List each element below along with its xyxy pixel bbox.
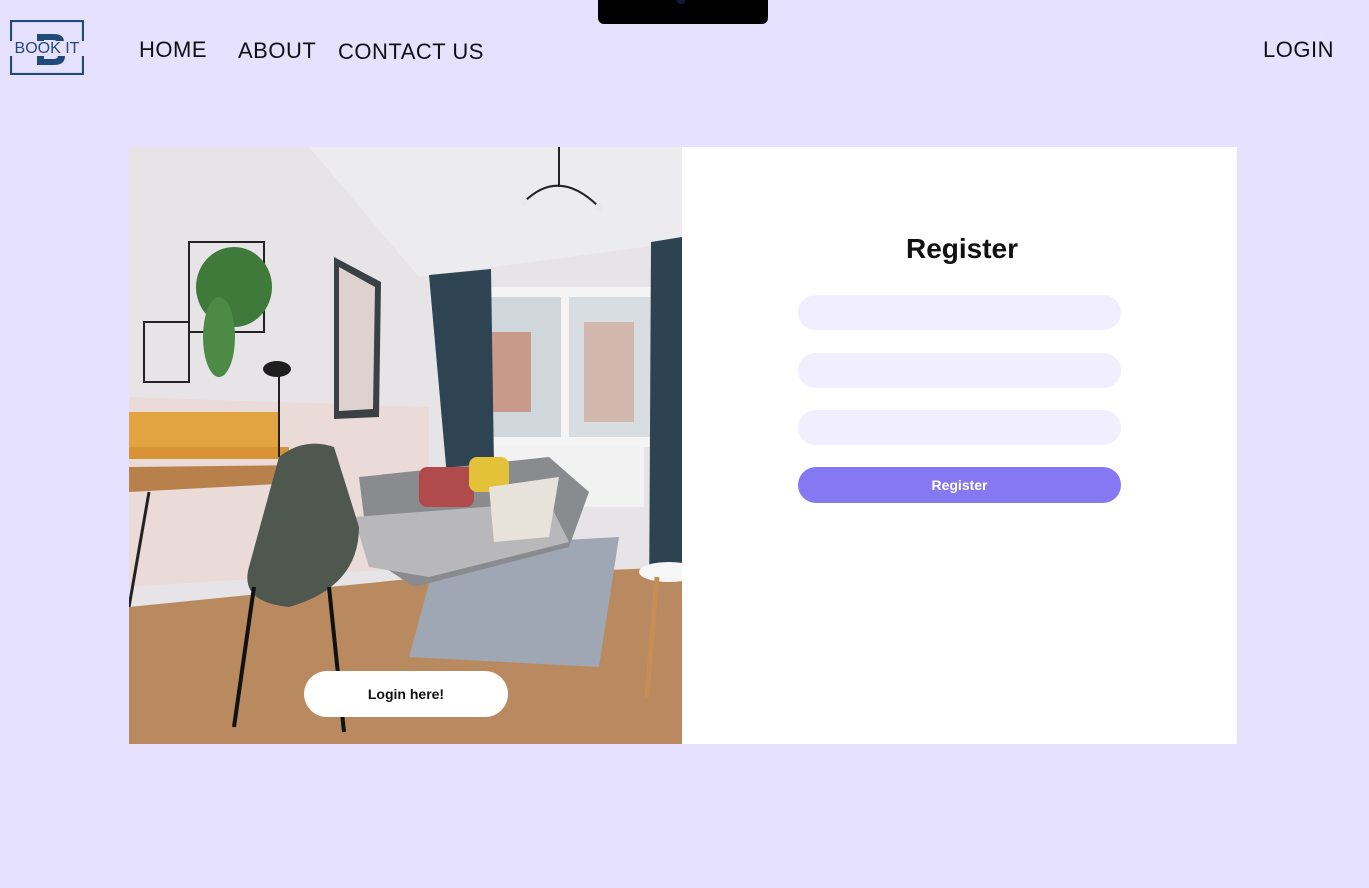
login-here-button[interactable]: Login here! bbox=[304, 671, 508, 717]
book-it-logo[interactable]: BOOK IT bbox=[10, 20, 84, 75]
register-title: Register bbox=[905, 233, 1019, 264]
room-photo-illustration bbox=[129, 147, 682, 744]
nav-login-link[interactable]: LOGIN bbox=[1263, 37, 1334, 63]
register-card: Login here! Register Register bbox=[129, 147, 1237, 744]
nav-contact-link[interactable]: CONTACT US bbox=[338, 39, 484, 65]
register-field-3[interactable] bbox=[798, 410, 1121, 445]
room-photo: Login here! bbox=[129, 147, 682, 744]
register-form: Register Register bbox=[682, 147, 1237, 744]
logo-icon: BOOK IT bbox=[10, 20, 84, 75]
camera-notch bbox=[598, 0, 768, 24]
register-button[interactable]: Register bbox=[798, 467, 1121, 503]
nav-home-link[interactable]: HOME bbox=[139, 37, 207, 63]
camera-icon bbox=[677, 0, 685, 4]
nav-about-link[interactable]: ABOUT bbox=[238, 38, 316, 64]
svg-text:BOOK IT: BOOK IT bbox=[15, 40, 80, 57]
register-field-2[interactable] bbox=[798, 353, 1121, 388]
register-field-1[interactable] bbox=[798, 295, 1121, 330]
